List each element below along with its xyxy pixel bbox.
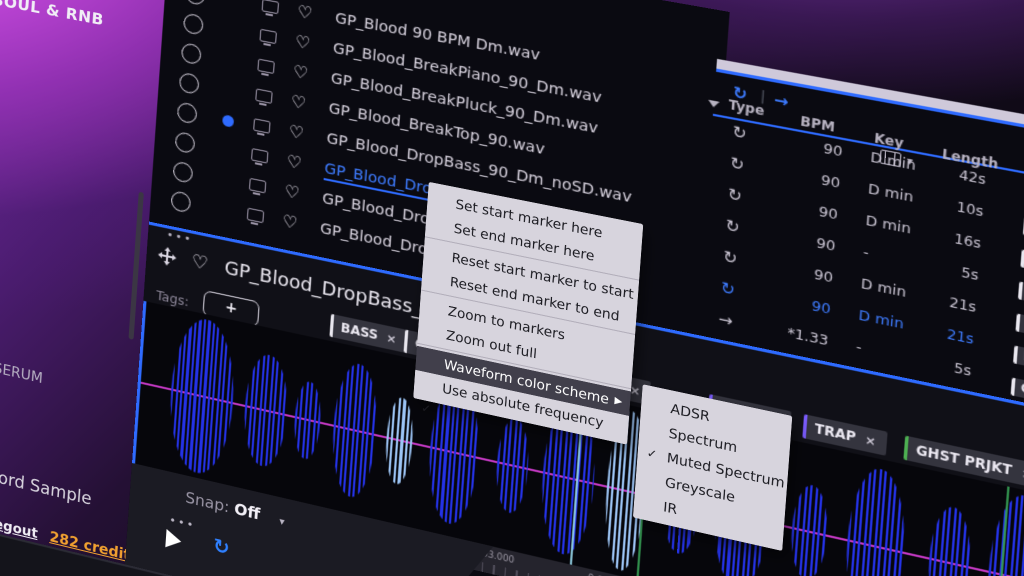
waveform-blob [166, 313, 238, 480]
favorite-heart-icon[interactable]: ♡ [295, 33, 311, 52]
favorite-heart-icon[interactable]: ♡ [290, 93, 306, 112]
remove-tag-icon[interactable]: × [386, 330, 397, 346]
move-icon[interactable] [156, 244, 178, 269]
context-menu: Set start marker hereSet end marker here… [413, 182, 643, 445]
waveform-blob [494, 415, 531, 516]
tilted-app-window: side My Bones (Floating Breaks) FinalHAZ… [0, 0, 1024, 576]
waveform-blob [383, 394, 415, 486]
sidebar-item[interactable]: ZY TRAP SOUL - SERUM [0, 335, 43, 387]
favorite-heart-icon[interactable]: ♡ [284, 183, 300, 203]
loop-type-icon[interactable]: ↻ [722, 247, 738, 269]
favorite-heart-icon[interactable]: ♡ [288, 123, 304, 142]
waveform-blob [241, 351, 290, 471]
loop-type-icon[interactable]: ↻ [725, 215, 741, 237]
waveform-blob [842, 463, 910, 576]
sidebar-item[interactable]: Techno Chord Sample [0, 448, 92, 509]
waveform-blob [329, 360, 381, 502]
play-button[interactable] [165, 529, 182, 551]
loop-toggle-icon[interactable]: ↻ [212, 534, 230, 560]
favorite-heart-icon[interactable]: ♡ [282, 213, 298, 233]
key-cell: - [863, 244, 870, 261]
favorite-heart-icon[interactable]: ♡ [293, 63, 309, 82]
chevron-down-icon: ▾ [279, 516, 285, 529]
remove-tag-icon[interactable]: × [865, 432, 877, 448]
loop-type-icon[interactable]: ↻ [732, 122, 748, 144]
favorite-heart-icon[interactable]: ♡ [297, 3, 313, 22]
favorite-heart-icon[interactable]: ♡ [191, 253, 209, 273]
screenshot-frame: side My Bones (Floating Breaks) FinalHAZ… [0, 0, 1024, 576]
key-cell: - [856, 339, 863, 356]
waveform-blob [789, 481, 831, 576]
submenu-arrow-icon: ▶ [614, 389, 623, 415]
oneshot-type-icon[interactable]: → [718, 309, 734, 331]
loop-type-icon[interactable]: ↻ [727, 184, 743, 206]
waveform-blob [925, 503, 974, 576]
favorite-heart-icon[interactable]: ♡ [286, 153, 302, 172]
check-icon: ✓ [420, 396, 432, 422]
filter-oneshot-icon[interactable]: → [773, 90, 789, 112]
sidebar-item[interactable]: HAZY TRAP SOUL & RNB [0, 0, 104, 29]
loop-type-icon[interactable]: ↻ [729, 153, 745, 175]
loop-type-icon[interactable]: ↻ [720, 278, 736, 300]
waveform-blob [292, 378, 323, 461]
